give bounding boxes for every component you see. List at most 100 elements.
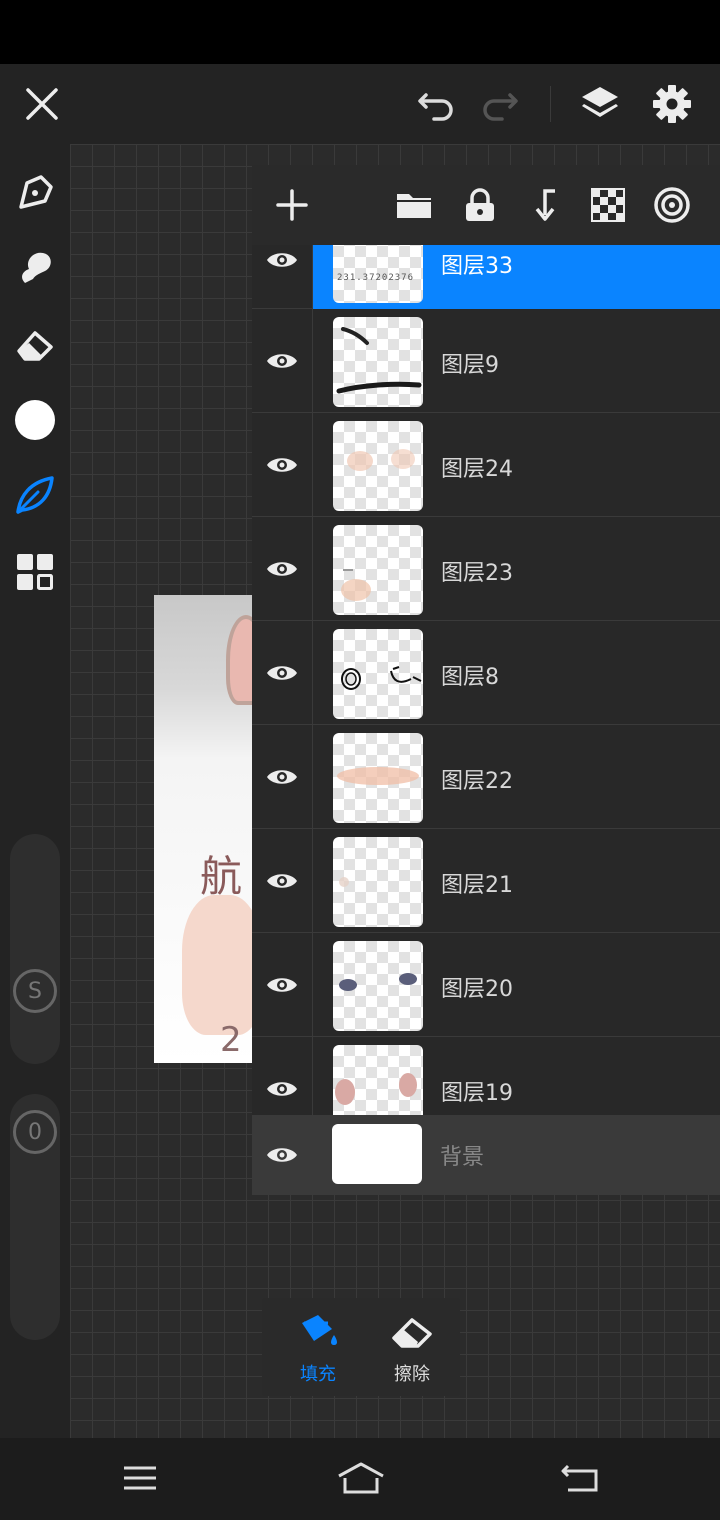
- layer-row-body[interactable]: 图层19: [312, 1037, 720, 1115]
- color-swatch: [15, 400, 55, 440]
- layer-thumbnail-text: 231.37202376: [337, 273, 415, 283]
- artwork-canvas[interactable]: 航 2: [154, 595, 254, 1063]
- layer-row[interactable]: 231.37202376 图层33: [252, 245, 720, 309]
- layer-name: 图层23: [441, 561, 513, 586]
- smudge-tool[interactable]: [12, 244, 58, 290]
- system-nav-bar: [0, 1438, 720, 1520]
- fill-icon-wrap: [296, 1310, 340, 1354]
- color-picker[interactable]: [12, 397, 58, 443]
- background-layer-row[interactable]: 背景: [252, 1115, 720, 1195]
- artwork-ear: [226, 615, 254, 705]
- layer-thumbnail: [333, 941, 423, 1031]
- layer-thumbnail: [333, 733, 423, 823]
- leaf-brush-icon: [16, 476, 54, 514]
- background-layer-name: 背景: [440, 1145, 485, 1170]
- eye-icon: [267, 1082, 297, 1096]
- visibility-toggle[interactable]: [264, 765, 300, 789]
- eye-icon: [267, 770, 297, 784]
- visibility-toggle[interactable]: [264, 453, 300, 477]
- fill-options-popup: 填充 擦除: [262, 1298, 460, 1396]
- undo-button[interactable]: [416, 84, 456, 124]
- add-layer-button[interactable]: [272, 185, 312, 225]
- layer-row[interactable]: 图层19: [252, 1037, 720, 1115]
- target-icon: [654, 187, 690, 223]
- brush-size-knob[interactable]: S: [13, 969, 57, 1013]
- layer-thumbnail: [333, 317, 423, 407]
- layer-row-body[interactable]: 图层9: [312, 309, 720, 413]
- back-button[interactable]: [558, 1458, 602, 1498]
- layer-row-body[interactable]: 图层21: [312, 829, 720, 933]
- eye-icon: [267, 458, 297, 472]
- eye-icon: [267, 354, 297, 368]
- menu-button[interactable]: [118, 1458, 162, 1498]
- erase-label: 擦除: [394, 1364, 430, 1385]
- layer-row[interactable]: 图层8: [252, 621, 720, 725]
- top-bar-divider: [550, 86, 551, 122]
- eye-icon: [267, 253, 297, 267]
- close-button[interactable]: [22, 84, 62, 124]
- close-icon: [26, 88, 58, 120]
- layer-mode-button[interactable]: [652, 185, 692, 225]
- layer-row[interactable]: 图层20: [252, 933, 720, 1037]
- erase-option[interactable]: 擦除: [372, 1310, 452, 1390]
- pen-tool[interactable]: [12, 170, 58, 216]
- brush-tool[interactable]: [12, 472, 58, 518]
- layer-thumbnail: [333, 421, 423, 511]
- layer-thumbnail: [333, 525, 423, 615]
- layers-panel-toolbar: [252, 165, 720, 245]
- artwork-digit: 2: [220, 1020, 242, 1060]
- visibility-toggle[interactable]: [264, 973, 300, 997]
- layer-row-body[interactable]: 231.37202376 图层33: [312, 245, 720, 309]
- layer-name: 图层33: [441, 254, 513, 279]
- layers-button[interactable]: [580, 84, 620, 124]
- status-bar: [0, 0, 720, 64]
- visibility-toggle[interactable]: [264, 248, 300, 272]
- visibility-toggle[interactable]: [264, 1143, 300, 1167]
- settings-button[interactable]: [652, 84, 692, 124]
- gear-icon: [653, 85, 691, 123]
- layer-row[interactable]: 图层22: [252, 725, 720, 829]
- pen-icon: [19, 175, 53, 209]
- layer-row-body[interactable]: 图层20: [312, 933, 720, 1037]
- visibility-toggle[interactable]: [264, 869, 300, 893]
- layer-name: 图层9: [441, 353, 499, 378]
- layer-row-body[interactable]: 图层8: [312, 621, 720, 725]
- folder-button[interactable]: [394, 185, 434, 225]
- eye-icon: [267, 666, 297, 680]
- eye-icon: [267, 1148, 297, 1162]
- opacity-knob[interactable]: 0: [13, 1110, 57, 1154]
- redo-icon: [483, 93, 518, 121]
- brush-size-slider[interactable]: [10, 834, 60, 1064]
- layer-thumbnail: [333, 629, 423, 719]
- layers-icon: [582, 87, 618, 117]
- layer-row[interactable]: 图层24: [252, 413, 720, 517]
- layer-row[interactable]: 图层9: [252, 309, 720, 413]
- visibility-toggle[interactable]: [264, 557, 300, 581]
- fill-option[interactable]: 填充: [278, 1310, 358, 1390]
- transparency-lock-button[interactable]: [588, 185, 628, 225]
- redo-button[interactable]: [480, 84, 520, 124]
- layer-row[interactable]: 图层23: [252, 517, 720, 621]
- top-bar: [0, 64, 720, 144]
- home-button[interactable]: [336, 1458, 386, 1498]
- gallery-tool[interactable]: [12, 549, 58, 595]
- eraser-tool[interactable]: [12, 322, 58, 368]
- layer-row-body[interactable]: 图层23: [312, 517, 720, 621]
- visibility-toggle[interactable]: [264, 349, 300, 373]
- layer-row[interactable]: 图层21: [252, 829, 720, 933]
- merge-down-button[interactable]: [524, 185, 564, 225]
- undo-icon: [418, 93, 453, 121]
- smudge-icon: [22, 252, 51, 283]
- lock-layer-button[interactable]: [460, 185, 500, 225]
- visibility-toggle[interactable]: [264, 1077, 300, 1101]
- left-toolbar: S 0: [0, 144, 70, 1438]
- visibility-toggle[interactable]: [264, 661, 300, 685]
- layer-name: 图层22: [441, 769, 513, 794]
- layer-row-body[interactable]: 图层22: [312, 725, 720, 829]
- lock-icon: [466, 188, 494, 221]
- layer-thumbnail: [333, 1045, 423, 1115]
- layer-list[interactable]: 231.37202376 图层33 图层9 图层24 图层23 图层8 图层22…: [252, 245, 720, 1115]
- layer-row-body[interactable]: 图层24: [312, 413, 720, 517]
- background-thumbnail: [332, 1124, 422, 1184]
- fill-label: 填充: [300, 1364, 336, 1385]
